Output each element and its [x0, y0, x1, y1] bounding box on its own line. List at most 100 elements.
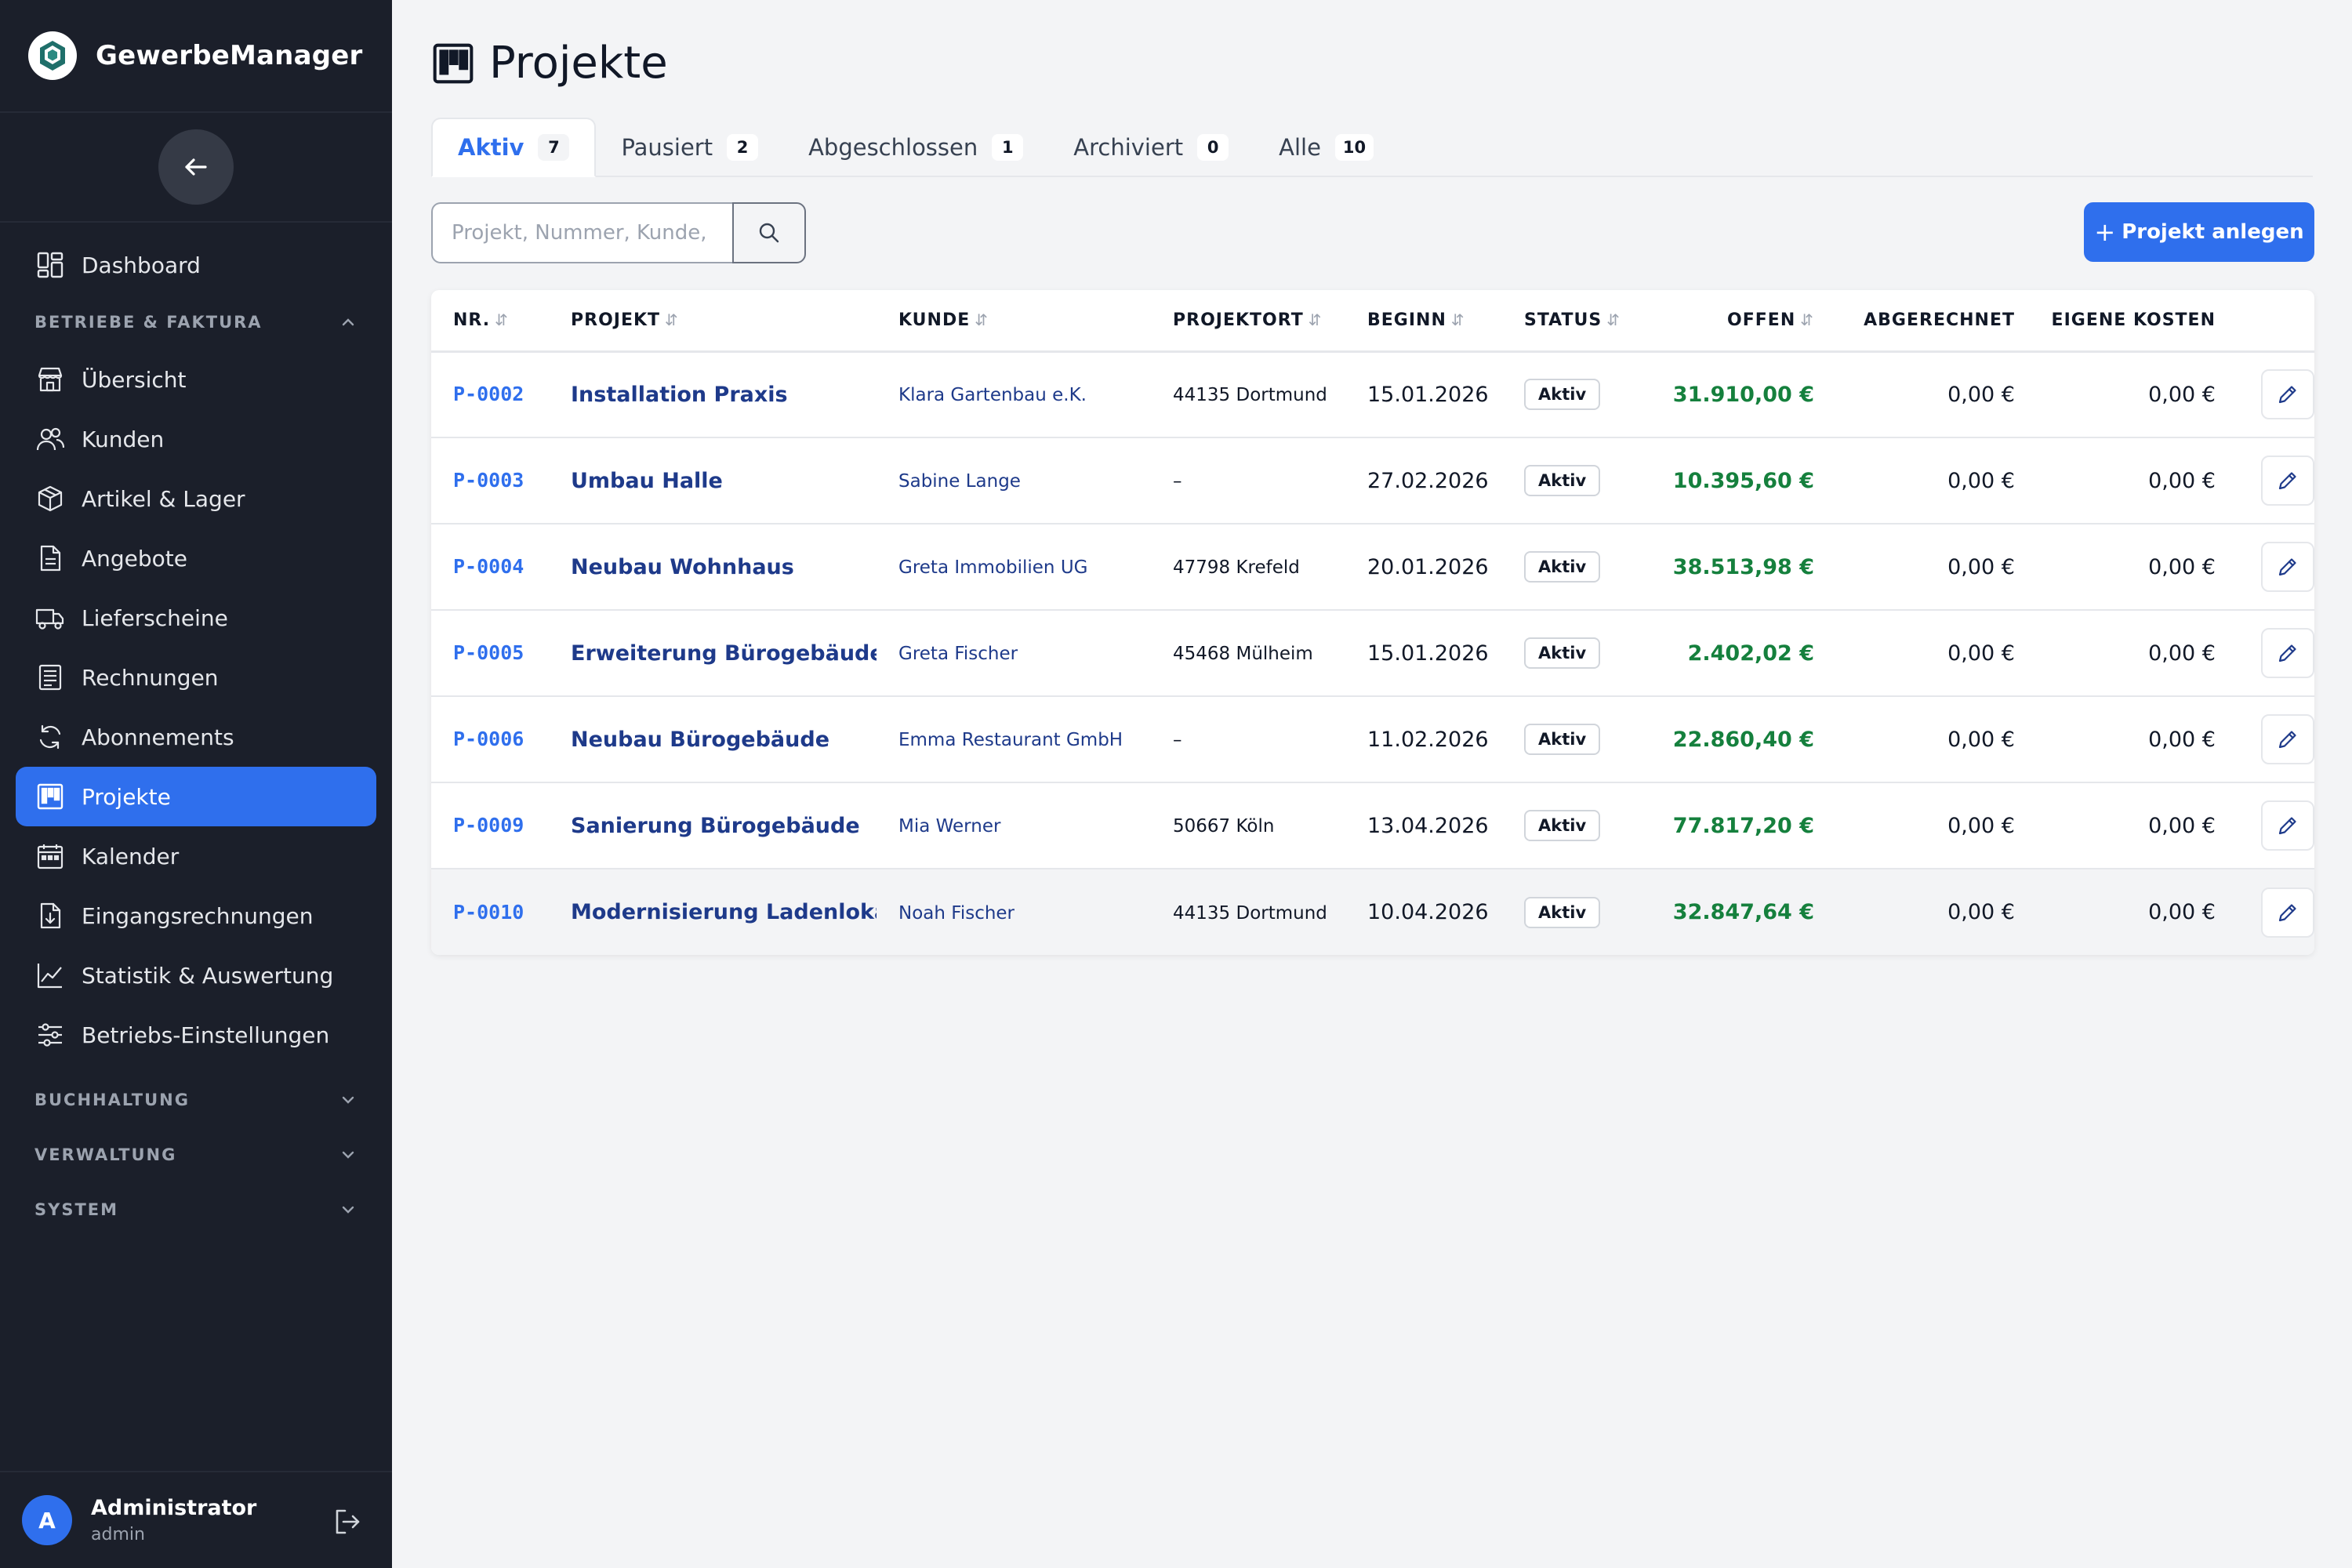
main-content: Projekte Aktiv 7 Pausiert 2 Abgeschlosse…: [392, 0, 2352, 1568]
column-header-offen[interactable]: OFFEN ⇵: [1659, 290, 1838, 353]
edit-project-button[interactable]: [2261, 456, 2314, 506]
project-number-link[interactable]: P-0006: [453, 728, 524, 750]
customer-link[interactable]: Mia Werner: [898, 816, 1000, 837]
sidebar-item-dashboard[interactable]: Dashboard: [16, 235, 376, 295]
column-header-kunde[interactable]: KUNDE ⇵: [877, 290, 1151, 353]
users-icon: [34, 423, 66, 455]
project-number-link[interactable]: P-0002: [453, 383, 524, 405]
sidebar-item-rechnungen[interactable]: Rechnungen: [16, 648, 376, 707]
sidebar-item-eingangsrechnungen[interactable]: Eingangsrechnungen: [16, 886, 376, 946]
column-label: ABGERECHNET: [1864, 310, 2015, 330]
project-name-link[interactable]: Modernisierung Ladenlokal: [571, 900, 877, 924]
section-buchhaltung[interactable]: BUCHHALTUNG: [16, 1073, 376, 1127]
pencil-icon: [2278, 386, 2296, 404]
own-costs: 0,00 €: [2148, 900, 2216, 924]
customer-link[interactable]: Greta Immobilien UG: [898, 557, 1087, 578]
start-date: 20.01.2026: [1367, 554, 1489, 579]
start-date: 10.04.2026: [1367, 900, 1489, 924]
sort-icon: ⇵: [1450, 310, 1465, 329]
column-header-status[interactable]: STATUS ⇵: [1502, 290, 1659, 353]
project-name-link[interactable]: Erweiterung Bürogebäude: [571, 641, 877, 666]
project-name-link[interactable]: Sanierung Bürogebäude: [571, 814, 860, 838]
project-location: 44135 Dortmund: [1173, 385, 1327, 406]
tab-abgeschlossen[interactable]: Abgeschlossen 1: [783, 118, 1048, 177]
edit-project-button[interactable]: [2261, 369, 2314, 420]
section-system[interactable]: SYSTEM: [16, 1182, 376, 1237]
project-number-link[interactable]: P-0003: [453, 469, 524, 492]
customer-link[interactable]: Noah Fischer: [898, 903, 1014, 924]
column-header-beginn[interactable]: BEGINN ⇵: [1345, 290, 1502, 353]
chart-line-icon: [34, 960, 66, 991]
amount-open: 77.817,20 €: [1672, 813, 1814, 838]
sidebar-item-angebote[interactable]: Angebote: [16, 528, 376, 588]
collapse-sidebar-button[interactable]: [158, 129, 234, 205]
tab-aktiv[interactable]: Aktiv 7: [431, 118, 597, 177]
table-row[interactable]: P-0009 Sanierung Bürogebäude Mia Werner …: [431, 782, 2314, 869]
table-row[interactable]: P-0010 Modernisierung Ladenlokal Noah Fi…: [431, 869, 2314, 955]
table-row[interactable]: P-0004 Neubau Wohnhaus Greta Immobilien …: [431, 524, 2314, 611]
project-number-link[interactable]: P-0005: [453, 641, 524, 664]
sort-icon: ⇵: [495, 310, 509, 329]
project-number-link[interactable]: P-0010: [453, 901, 524, 924]
logout-icon: [336, 1509, 360, 1534]
project-name-link[interactable]: Umbau Halle: [571, 469, 723, 493]
logout-button[interactable]: [332, 1507, 362, 1537]
tab-alle[interactable]: Alle 10: [1254, 118, 1399, 177]
section-betriebe-faktura[interactable]: BETRIEBE & FAKTURA: [16, 295, 376, 350]
table-row[interactable]: P-0003 Umbau Halle Sabine Lange – 27.02.…: [431, 437, 2314, 524]
table-row[interactable]: P-0005 Erweiterung Bürogebäude Greta Fis…: [431, 610, 2314, 697]
edit-project-button[interactable]: [2261, 628, 2314, 678]
edit-project-button[interactable]: [2261, 800, 2314, 851]
table-row[interactable]: P-0006 Neubau Bürogebäude Emma Restauran…: [431, 696, 2314, 783]
edit-project-button[interactable]: [2261, 714, 2314, 764]
add-project-button[interactable]: + Projekt anlegen: [2084, 202, 2314, 262]
amount-invoiced: 0,00 €: [1947, 641, 2015, 666]
sidebar-item-betriebs-einstellungen[interactable]: Betriebs-Einstellungen: [16, 1005, 376, 1065]
tab-pausiert[interactable]: Pausiert 2: [596, 118, 783, 177]
project-number-link[interactable]: P-0004: [453, 555, 524, 578]
amount-invoiced: 0,00 €: [1947, 468, 2015, 493]
column-label: BEGINN: [1367, 310, 1446, 330]
chevron-up-icon: [342, 318, 354, 326]
customer-link[interactable]: Sabine Lange: [898, 471, 1021, 492]
project-name-link[interactable]: Neubau Wohnhaus: [571, 555, 794, 579]
sidebar-item-artikel-lager[interactable]: Artikel & Lager: [16, 469, 376, 528]
sidebar-item-uebersicht[interactable]: Übersicht: [16, 350, 376, 409]
start-date: 27.02.2026: [1367, 468, 1489, 493]
sidebar-item-projekte[interactable]: Projekte: [16, 767, 376, 826]
sidebar-item-kalender[interactable]: Kalender: [16, 826, 376, 886]
search-button[interactable]: [732, 202, 806, 263]
sidebar-item-lieferscheine[interactable]: Lieferscheine: [16, 588, 376, 648]
column-header-projektort[interactable]: PROJEKTORT ⇵: [1151, 290, 1345, 353]
amount-open: 32.847,64 €: [1672, 900, 1814, 924]
edit-project-button[interactable]: [2261, 542, 2314, 592]
section-verwaltung[interactable]: VERWALTUNG: [16, 1127, 376, 1182]
sidebar-item-label: Rechnungen: [82, 664, 219, 691]
add-project-label: Projekt anlegen: [2122, 220, 2304, 244]
column-header-nr[interactable]: NR. ⇵: [431, 290, 549, 353]
project-name-link[interactable]: Installation Praxis: [571, 383, 788, 407]
project-name-link[interactable]: Neubau Bürogebäude: [571, 728, 829, 752]
pencil-icon: [2278, 817, 2296, 835]
refresh-icon: [34, 721, 66, 753]
customer-link[interactable]: Greta Fischer: [898, 644, 1018, 664]
customer-link[interactable]: Emma Restaurant GmbH: [898, 730, 1123, 750]
sidebar-item-abonnements[interactable]: Abonnements: [16, 707, 376, 767]
amount-open: 10.395,60 €: [1672, 468, 1814, 493]
amount-open: 38.513,98 €: [1672, 554, 1814, 579]
search-input[interactable]: [431, 202, 732, 263]
sidebar-item-kunden[interactable]: Kunden: [16, 409, 376, 469]
column-label: EIGENE KOSTEN: [2051, 310, 2216, 330]
project-number-link[interactable]: P-0009: [453, 814, 524, 837]
brand[interactable]: GewerbeManager: [0, 0, 392, 113]
customer-link[interactable]: Klara Gartenbau e.K.: [898, 385, 1087, 405]
tab-archiviert[interactable]: Archiviert 0: [1048, 118, 1254, 177]
arrow-left-icon: [185, 158, 207, 176]
table-row[interactable]: P-0002 Installation Praxis Klara Gartenb…: [431, 351, 2314, 438]
sidebar-item-statistik[interactable]: Statistik & Auswertung: [16, 946, 376, 1005]
section-label: BETRIEBE & FAKTURA: [34, 313, 263, 332]
avatar[interactable]: A: [22, 1495, 72, 1545]
edit-project-button[interactable]: [2261, 887, 2314, 938]
sidebar-item-label: Artikel & Lager: [82, 485, 245, 512]
column-header-projekt[interactable]: PROJEKT ⇵: [549, 290, 877, 353]
